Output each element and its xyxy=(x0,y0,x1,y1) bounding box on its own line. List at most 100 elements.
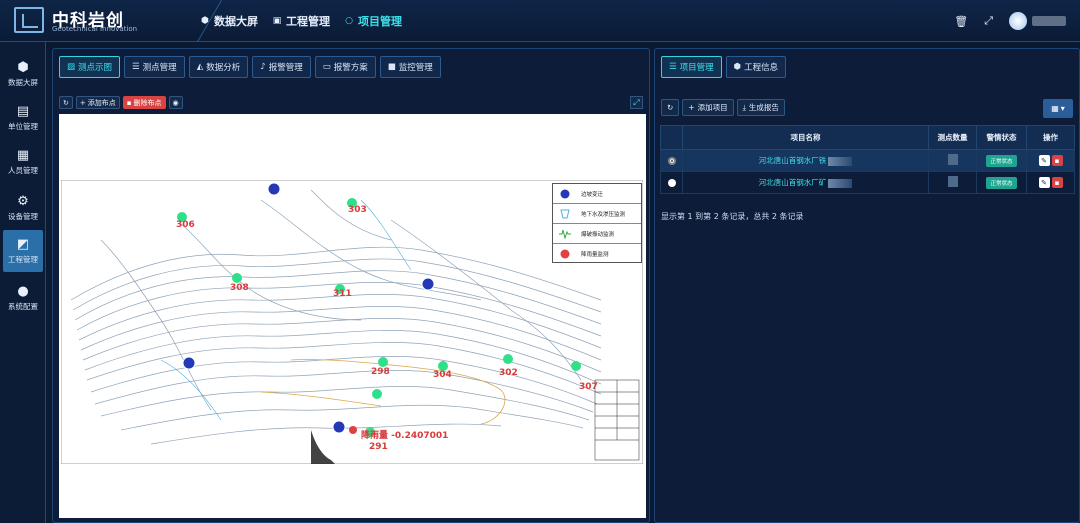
topnav-engineering[interactable]: ▣ 工程管理 xyxy=(272,13,330,29)
legend-item: 地下水及渗压监测 xyxy=(553,204,641,224)
edit-icon[interactable]: ✎ xyxy=(1038,177,1050,188)
alarm-status-cell: 正常状态 xyxy=(976,171,1027,194)
plus-icon: + xyxy=(688,103,695,112)
sidebar-item-engineering[interactable]: ◩ 工程管理 xyxy=(3,230,43,272)
add-point-label: 添加布点 xyxy=(87,98,116,107)
legend-label: 边坡变迁 xyxy=(581,191,604,198)
point-label-306: 306 xyxy=(176,220,195,230)
right-tabs: ☰ 项目管理 ⬢ 工程信息 xyxy=(661,56,787,78)
refresh-button[interactable]: ↻ xyxy=(59,96,73,109)
table-header-row: 项目名称 测点数量 警情状态 操作 xyxy=(660,125,1075,150)
legend-label: 地下水及渗压监测 xyxy=(581,211,626,218)
column-header-alarm-status: 警情状态 xyxy=(976,125,1027,150)
tab-point-map[interactable]: ▨ 测点示图 xyxy=(59,56,121,78)
topnav-project[interactable]: ○ 项目管理 xyxy=(344,13,402,29)
chart-icon: ◩ xyxy=(16,236,30,252)
top-nav: ⬢ 数据大屏 ▣ 工程管理 ○ 项目管理 xyxy=(200,13,402,29)
sidebar-item-data-screen[interactable]: ⬢ 数据大屏 xyxy=(3,54,43,94)
tab-engineering-info[interactable]: ⬢ 工程信息 xyxy=(725,56,787,78)
row-radio[interactable] xyxy=(667,178,676,187)
column-header-actions: 操作 xyxy=(1026,125,1075,150)
row-radio[interactable] xyxy=(667,156,676,165)
tab-project-management[interactable]: ☰ 项目管理 xyxy=(661,56,722,78)
redacted-count xyxy=(947,176,958,187)
sidebar-item-units[interactable]: ▤ 单位管理 xyxy=(3,98,43,138)
book-icon: ▭ xyxy=(322,62,331,72)
username-redacted[interactable] xyxy=(1032,16,1066,26)
project-name-cell: 河北唐山首钢水厂铁 xyxy=(682,149,929,172)
sidebar-item-devices[interactable]: ⚙ 设备管理 xyxy=(3,188,43,228)
point-label-302: 302 xyxy=(499,368,518,378)
tab-label: 报警方案 xyxy=(333,63,368,73)
sidebar: ⬢ 数据大屏 ▤ 单位管理 ▦ 人员管理 ⚙ 设备管理 ◩ 工程管理 ● 系统配… xyxy=(0,42,46,523)
alarm-status-cell: 正常状态 xyxy=(976,149,1027,172)
water-cup-icon xyxy=(559,208,571,220)
monitor-icon: ▣ xyxy=(272,16,282,26)
tab-label: 项目管理 xyxy=(679,63,714,73)
cubes-icon: ⬢ xyxy=(733,62,742,72)
add-project-label: 添加项目 xyxy=(697,103,728,112)
project-name[interactable]: 河北唐山首钢水厂矿 xyxy=(759,178,827,187)
expand-icon: ⤢ xyxy=(633,98,640,107)
project-name-cell: 河北唐山首钢水厂矿 xyxy=(682,171,929,194)
view-toggle-button[interactable]: ◉ xyxy=(168,96,183,109)
project-toolbar: ↻ + 添加项目 ⤓ 生成报告 xyxy=(661,99,785,116)
refresh-button[interactable]: ↻ xyxy=(661,99,680,116)
trash-icon[interactable]: 🗑 xyxy=(954,15,968,28)
sidebar-item-personnel[interactable]: ▦ 人员管理 xyxy=(3,142,43,182)
list-icon: ☰ xyxy=(669,62,677,72)
avatar[interactable] xyxy=(1009,12,1027,30)
tab-point-management[interactable]: ☰ 测点管理 xyxy=(124,56,185,78)
point-label-304: 304 xyxy=(433,370,452,380)
pagination-info: 显示第 1 到第 2 条记录，总共 2 条记录 xyxy=(661,212,804,221)
expand-map-button[interactable]: ⤢ xyxy=(630,96,643,109)
cube-icon: ⬢ xyxy=(201,16,209,26)
column-toggle-button[interactable]: ▦ ▾ xyxy=(1043,99,1073,118)
delete-point-label: 删除布点 xyxy=(133,98,162,107)
legend-item: 降雨量监测 xyxy=(553,244,641,264)
table-row[interactable]: 河北唐山首钢水厂矿 正常状态 ✎ ▪ xyxy=(660,171,1075,194)
blue-circle-icon xyxy=(559,188,571,200)
topnav-data-screen[interactable]: ⬢ 数据大屏 xyxy=(200,13,258,29)
area-chart-icon: ◭ xyxy=(196,62,204,72)
delete-icon[interactable]: ▪ xyxy=(1051,177,1063,188)
site-map[interactable]: 303 306 308 311 298 304 302 307 291 降雨量 … xyxy=(59,114,646,518)
redacted-text xyxy=(828,156,853,166)
cube-icon: ⬢ xyxy=(17,59,29,75)
tab-alarm-plan[interactable]: ▭ 报警方案 xyxy=(314,56,376,78)
tab-video-monitoring[interactable]: ■ 监控管理 xyxy=(379,56,441,78)
brand-subtitle: Geotechnical Innovation xyxy=(52,25,138,33)
refresh-icon: ↻ xyxy=(63,98,69,107)
edit-icon[interactable]: ✎ xyxy=(1038,155,1050,166)
delete-icon[interactable]: ▪ xyxy=(1051,155,1063,166)
person-card-icon: ▦ xyxy=(16,147,30,163)
add-project-button[interactable]: + 添加项目 xyxy=(682,99,734,116)
top-right-tools: 🗑 ⤢ xyxy=(954,0,1080,42)
fullscreen-icon[interactable]: ⤢ xyxy=(984,14,993,28)
point-label-308: 308 xyxy=(230,283,249,293)
generate-report-label: 生成报告 xyxy=(748,103,779,112)
row-select-cell xyxy=(660,171,683,194)
sidebar-item-system-config[interactable]: ● 系统配置 xyxy=(3,278,43,318)
tab-data-analysis[interactable]: ◭ 数据分析 xyxy=(188,56,249,78)
rain-label: 降雨量 -0.2407001 xyxy=(361,428,448,441)
table-row[interactable]: 河北唐山首钢水厂铁 正常状态 ✎ ▪ xyxy=(660,149,1075,172)
rain-label-text: 降雨量 xyxy=(361,431,389,441)
redacted-count xyxy=(947,154,958,165)
legend-item: 边坡变迁 xyxy=(553,184,641,204)
project-panel: ☰ 项目管理 ⬢ 工程信息 ↻ + 添加项目 ⤓ 生成报告 ▦ ▾ 项目名称 测点数量 警… xyxy=(654,48,1080,523)
point-label-291: 291 xyxy=(369,442,388,452)
generate-report-button[interactable]: ⤓ 生成报告 xyxy=(736,99,785,116)
topnav-label: 数据大屏 xyxy=(214,15,258,28)
rain-label-value: -0.2407001 xyxy=(391,431,449,441)
rain-gauge-icon xyxy=(559,248,571,260)
monitoring-panel: ▨ 测点示图 ☰ 测点管理 ◭ 数据分析 ♪ 报警管理 ▭ 报警方案 ■ 监控管理 ↻ + 添… xyxy=(52,48,650,523)
actions-cell: ✎ ▪ xyxy=(1026,171,1075,194)
tab-alarm-management[interactable]: ♪ 报警管理 xyxy=(252,56,311,78)
delete-point-button[interactable]: ▪ 删除布点 xyxy=(122,96,166,109)
sidebar-item-label: 数据大屏 xyxy=(8,77,38,87)
image-icon: ▨ xyxy=(67,62,76,72)
add-point-button[interactable]: + 添加布点 xyxy=(75,96,120,109)
project-name[interactable]: 河北唐山首钢水厂铁 xyxy=(759,156,827,165)
point-count-cell xyxy=(928,149,977,172)
